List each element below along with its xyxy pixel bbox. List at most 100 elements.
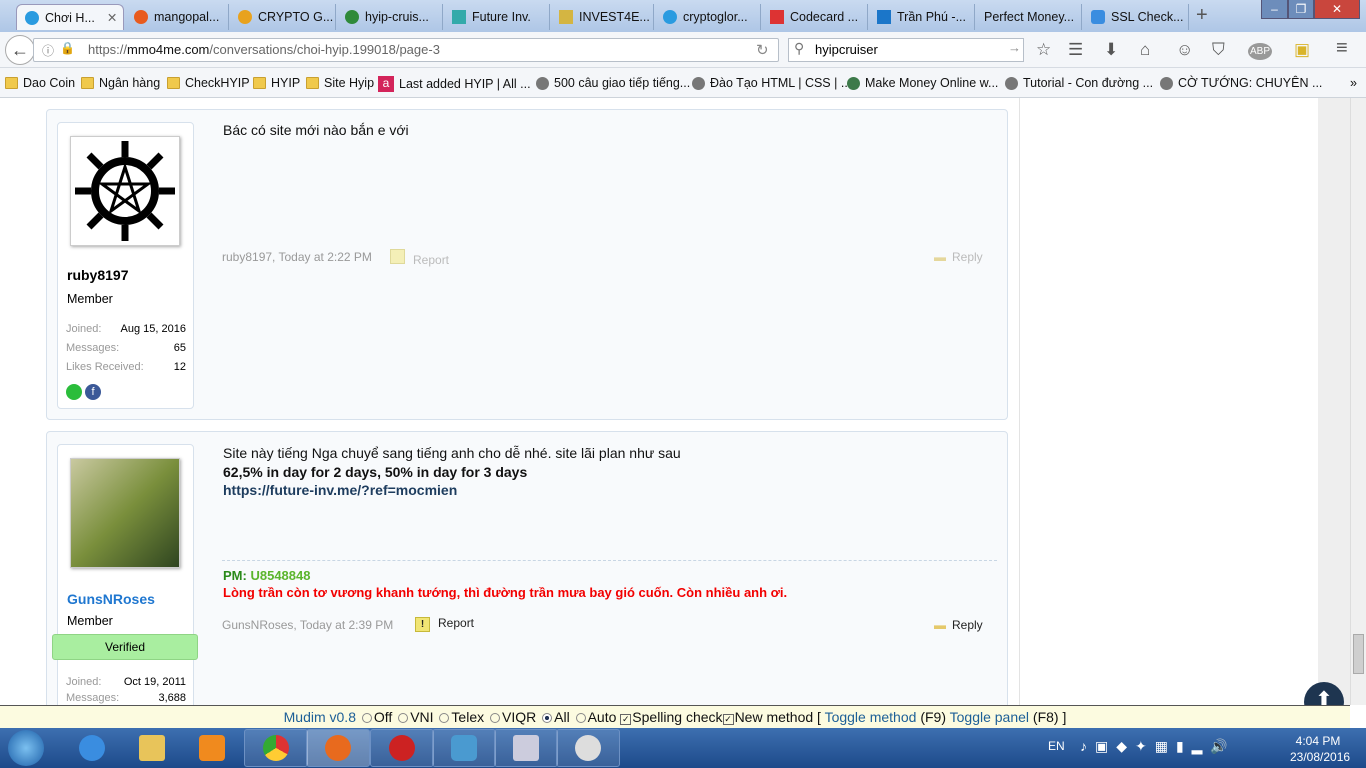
bookmark-label: Make Money Online w...	[865, 76, 999, 90]
tray-icons[interactable]: ♪▣◆✦▦▮▂🔊	[1080, 738, 1236, 755]
start-button[interactable]	[8, 730, 44, 766]
search-go-icon[interactable]: →	[1008, 40, 1021, 55]
radio-all[interactable]	[542, 713, 553, 723]
bookmark-label: HYIP	[271, 76, 301, 90]
taskbar-chrome[interactable]	[244, 729, 308, 767]
tab[interactable]: Perfect Money...	[976, 4, 1082, 30]
reply-link[interactable]: ▬ Reply	[934, 618, 983, 632]
option-label: New method	[734, 709, 814, 725]
bookmark[interactable]: CỜ TƯỚNG: CHUYÊN ...	[1160, 76, 1322, 90]
report-link[interactable]: ! Report	[415, 616, 474, 632]
facebook-icon[interactable]: f	[85, 384, 101, 400]
phone-icon[interactable]	[66, 384, 82, 400]
radio-vni[interactable]	[398, 713, 409, 723]
home-icon[interactable]: ⌂	[1140, 40, 1150, 60]
referral-link[interactable]: https://future-inv.me/?ref=mocmien	[223, 482, 457, 498]
reload-icon[interactable]: ↻	[756, 41, 769, 59]
back-button[interactable]: ←	[5, 35, 35, 65]
site-icon	[238, 10, 252, 24]
hello-icon[interactable]: ☺	[1176, 40, 1193, 60]
new-tab-button[interactable]: +	[1196, 4, 1208, 27]
tab[interactable]: INVEST4E...	[551, 4, 654, 30]
close-tab-icon[interactable]: ✕	[107, 10, 117, 25]
tab[interactable]: Trần Phú -...	[869, 4, 975, 30]
tab[interactable]: SSL Check...	[1083, 4, 1189, 30]
bookmark-folder[interactable]: HYIP	[253, 76, 300, 90]
chrome-icon	[263, 735, 289, 761]
bookmark-folder[interactable]: Dao Coin	[5, 76, 75, 90]
tab[interactable]: cryptoglor...	[655, 4, 761, 30]
toggle-method-link[interactable]: Toggle method	[825, 709, 917, 725]
radio-off[interactable]	[361, 713, 372, 723]
maximize-button[interactable]: ❐	[1288, 0, 1314, 19]
menu-icon[interactable]: ≡	[1336, 37, 1348, 60]
radio-auto[interactable]	[575, 713, 586, 723]
post-meta[interactable]: ruby8197, Today at 2:22 PM	[222, 250, 372, 264]
taskbar-media[interactable]	[180, 729, 244, 767]
firefox-icon	[325, 735, 351, 761]
report-link[interactable]: Report	[390, 249, 449, 267]
username[interactable]: GunsNRoses	[67, 591, 155, 607]
bookmark-label: 500 câu giao tiếp tiếng...	[554, 76, 691, 90]
message-body-bold: 62,5% in day for 2 days, 50% in day for …	[223, 464, 528, 480]
tab[interactable]: hyip-cruis...	[337, 4, 443, 30]
reading-list-icon[interactable]: ☰	[1068, 40, 1083, 60]
new-method-checkbox[interactable]: ✓	[722, 714, 734, 725]
option-label: VIQR	[502, 709, 537, 725]
globe-icon	[536, 76, 549, 90]
adblock-icon[interactable]: ABP	[1248, 43, 1273, 60]
bookmark-folder[interactable]: Site Hyip	[306, 76, 374, 90]
tab-label: mangopal...	[154, 10, 220, 24]
language-indicator[interactable]: EN	[1048, 739, 1065, 753]
reply-link[interactable]: ▬ Reply	[934, 250, 983, 264]
search-input[interactable]: hyipcruiser	[788, 38, 1024, 62]
scrollbar[interactable]	[1350, 98, 1366, 705]
pocket-icon[interactable]: ⛉	[1212, 40, 1225, 60]
bookmark-folder[interactable]: Ngân hàng	[81, 76, 160, 90]
bookmark-label: Site Hyip	[324, 76, 375, 90]
tab[interactable]: CRYPTO G...	[230, 4, 336, 30]
radio-telex[interactable]	[439, 713, 450, 723]
url-bar[interactable]: https://mmo4me.com/conversations/choi-hy…	[33, 38, 779, 62]
toggle-panel-link[interactable]: Toggle panel	[950, 709, 1029, 725]
spelling-checkbox[interactable]: ✓	[620, 714, 632, 725]
minimize-button[interactable]: –	[1261, 0, 1288, 19]
lock-warning-icon[interactable]: 🔒	[60, 41, 75, 55]
close-window-button[interactable]: ✕	[1314, 0, 1360, 19]
post-meta[interactable]: GunsNRoses, Today at 2:39 PM	[222, 618, 393, 632]
folder-icon	[139, 735, 165, 761]
bookmark[interactable]: Make Money Online w...	[847, 76, 998, 90]
username[interactable]: ruby8197	[67, 267, 128, 283]
bookmark-star-icon[interactable]: ☆	[1036, 40, 1051, 60]
bookmark[interactable]: Tutorial - Con đường ...	[1005, 76, 1153, 90]
avatar[interactable]	[70, 458, 180, 568]
bookmark[interactable]: a Last added HYIP | All ...	[378, 76, 531, 92]
tab[interactable]: Codecard ...	[762, 4, 868, 30]
taskbar-ie[interactable]	[60, 729, 124, 767]
bookmark-folder[interactable]: CheckHYIP	[167, 76, 250, 90]
tab[interactable]: mangopal...	[126, 4, 229, 30]
taskbar-firefox[interactable]	[306, 729, 370, 767]
folder-icon	[167, 77, 180, 89]
bookmarks-overflow[interactable]: »	[1350, 76, 1357, 90]
taskbar-calculator[interactable]	[494, 729, 558, 767]
taskbar-explorer[interactable]	[120, 729, 184, 767]
taskbar-paint[interactable]	[556, 729, 620, 767]
extension-icon[interactable]: ▣	[1294, 40, 1310, 60]
stat-label: Likes Received:	[66, 361, 144, 373]
tab[interactable]: Future Inv.	[444, 4, 550, 30]
info-icon[interactable]: ⓘ	[42, 42, 54, 59]
taskbar-ccleaner[interactable]	[370, 729, 434, 767]
clock[interactable]: 4:04 PM 23/08/2016	[1290, 733, 1350, 765]
radio-viqr[interactable]	[490, 713, 500, 723]
tab-active[interactable]: Chơi H... ✕	[16, 4, 124, 30]
download-icon[interactable]: ⬇	[1104, 40, 1118, 60]
bookmark[interactable]: 500 câu giao tiếp tiếng...	[536, 76, 690, 90]
scrollbar-thumb[interactable]	[1353, 634, 1364, 674]
report-label: Report	[438, 616, 475, 630]
avatar[interactable]	[70, 136, 180, 246]
taskbar-hotspot[interactable]	[432, 729, 496, 767]
user-title: Member	[67, 614, 113, 628]
bookmark[interactable]: Đào Tạo HTML | CSS | ...	[692, 76, 851, 90]
report-icon	[390, 249, 405, 264]
